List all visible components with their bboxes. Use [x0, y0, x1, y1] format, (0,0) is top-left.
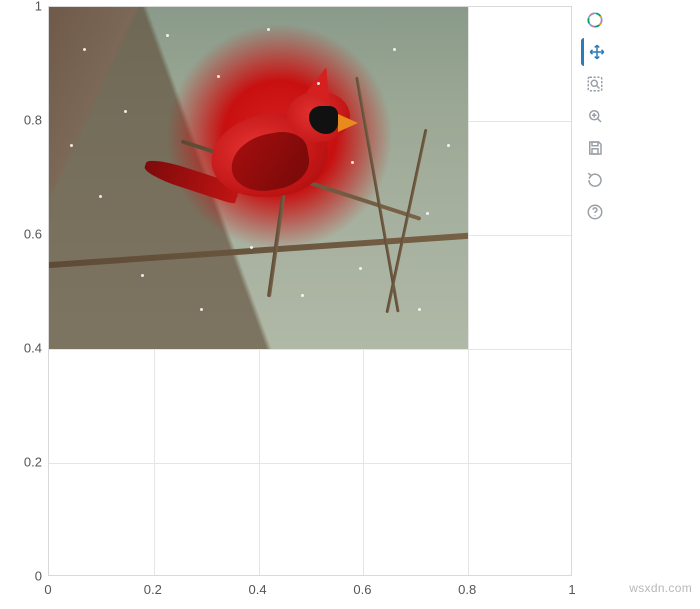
box-zoom-tool[interactable]: [581, 70, 609, 98]
y-tick-label: 0: [4, 569, 42, 584]
image-glyph-cardinal: [49, 7, 468, 349]
pan-icon: [588, 43, 606, 61]
cardinal-bird: [158, 55, 401, 253]
gridline-v: [468, 7, 469, 575]
reset-icon: [586, 171, 604, 189]
x-tick-label: 1: [568, 582, 575, 597]
gridline-h: [49, 349, 571, 350]
reset-tool[interactable]: [581, 166, 609, 194]
figure-container: 0 0.2 0.4 0.6 0.8 1 0 0.2 0.4 0.6 0.8 1: [0, 0, 700, 609]
wheel-zoom-icon: [586, 107, 604, 125]
y-tick-label: 0.6: [4, 227, 42, 242]
save-tool[interactable]: [581, 134, 609, 162]
help-tool[interactable]: [581, 198, 609, 226]
x-tick-label: 0: [44, 582, 51, 597]
plot-toolbar: [580, 6, 610, 226]
x-tick-label: 0.6: [353, 582, 371, 597]
gridline-h: [49, 463, 571, 464]
watermark-text: wsxdn.com: [629, 581, 692, 595]
x-tick-label: 0.2: [144, 582, 162, 597]
bokeh-logo-icon[interactable]: [581, 6, 609, 34]
y-tick-label: 1: [4, 0, 42, 14]
help-icon: [586, 203, 604, 221]
y-tick-label: 0.2: [4, 455, 42, 470]
x-tick-label: 0.4: [249, 582, 267, 597]
save-icon: [586, 139, 604, 157]
y-tick-label: 0.4: [4, 341, 42, 356]
box-zoom-icon: [586, 75, 604, 93]
x-tick-label: 0.8: [458, 582, 476, 597]
pan-tool[interactable]: [581, 38, 609, 66]
plot-area[interactable]: [48, 6, 572, 576]
y-tick-label: 0.8: [4, 113, 42, 128]
wheel-zoom-tool[interactable]: [581, 102, 609, 130]
